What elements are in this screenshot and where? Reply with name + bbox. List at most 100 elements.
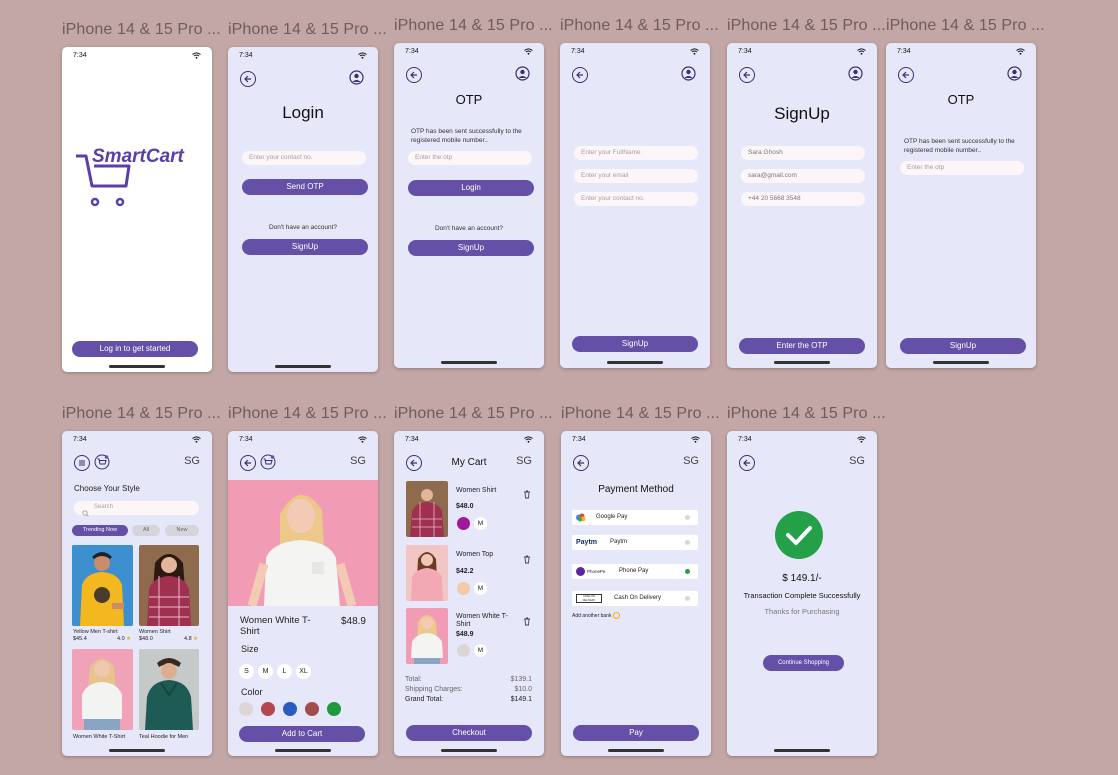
home-indicator: [441, 361, 497, 364]
signup-button[interactable]: SignUp: [408, 240, 534, 256]
delete-icon[interactable]: [523, 486, 531, 504]
color-swatch[interactable]: [239, 702, 253, 716]
menu-icon: [78, 454, 86, 472]
email-input[interactable]: sara@gmail.com: [741, 169, 865, 183]
frame-label: iPhone 14 & 15 Pro ...: [727, 17, 886, 34]
cart-icon[interactable]: [94, 454, 110, 475]
contact-input[interactable]: Enter your contact no.: [574, 192, 698, 206]
back-button[interactable]: [898, 67, 914, 83]
color-swatch[interactable]: [283, 702, 297, 716]
payment-option-google-pay[interactable]: Google Pay: [572, 510, 698, 525]
wifi-icon: [857, 436, 866, 445]
menu-button[interactable]: [74, 455, 90, 471]
back-button[interactable]: [240, 71, 256, 87]
grand-total-label: Grand Total:: [405, 696, 444, 703]
search-input[interactable]: Search: [74, 501, 199, 517]
product-image-women-white-tshirt[interactable]: [72, 649, 133, 730]
payment-option-paytm[interactable]: Paytm Paytm: [572, 535, 698, 550]
status-time: 7:34: [897, 48, 911, 55]
contact-input[interactable]: +44 20 5668 3548: [741, 192, 865, 206]
login-button[interactable]: Login: [408, 180, 534, 196]
color-swatch[interactable]: [327, 702, 341, 716]
user-initials[interactable]: SG: [350, 455, 366, 467]
cart-icon[interactable]: [260, 454, 276, 475]
fullname-input[interactable]: Enter your FullName: [574, 146, 698, 160]
chip-trending[interactable]: Trending Now: [72, 525, 128, 536]
profile-icon[interactable]: [1007, 66, 1022, 81]
back-button[interactable]: [739, 67, 755, 83]
back-button[interactable]: [739, 455, 755, 471]
checkout-button[interactable]: Checkout: [406, 725, 532, 741]
fullname-input[interactable]: Sara Ghosh: [741, 146, 865, 160]
cart-item-image: [406, 608, 448, 664]
profile-icon[interactable]: [848, 66, 863, 81]
status-time: 7:34: [73, 52, 87, 59]
chip-all[interactable]: All: [132, 525, 160, 536]
back-button[interactable]: [406, 67, 422, 83]
otp-input[interactable]: Enter the otp: [408, 151, 532, 165]
signup-button[interactable]: SignUp: [900, 338, 1026, 354]
size-option[interactable]: L: [277, 664, 292, 679]
payment-option-cod[interactable]: CASH ON DELIVERY Cash On Delivery: [572, 591, 698, 606]
signup-button[interactable]: SignUp: [242, 239, 368, 255]
arrow-left-icon: [743, 66, 751, 84]
color-swatch[interactable]: [261, 702, 275, 716]
radio-button[interactable]: [685, 596, 690, 601]
user-initials[interactable]: SG: [184, 455, 200, 467]
user-initials[interactable]: SG: [683, 455, 699, 467]
arrow-left-icon: [244, 70, 252, 88]
user-initials[interactable]: SG: [516, 455, 532, 467]
radio-button-selected[interactable]: [685, 569, 690, 574]
profile-icon[interactable]: [349, 70, 364, 85]
contact-input[interactable]: Enter your contact no.: [242, 151, 366, 165]
payment-option-label: Paytm: [610, 539, 628, 545]
wifi-icon: [691, 436, 700, 445]
back-button[interactable]: [573, 455, 589, 471]
radio-button[interactable]: [685, 540, 690, 545]
product-rating: 4.0 ★: [117, 636, 131, 642]
payment-option-phonepe[interactable]: PhonePe Phone Pay: [572, 564, 698, 579]
size-option[interactable]: S: [239, 664, 254, 679]
home-indicator: [774, 749, 830, 752]
page-title: OTP: [455, 92, 483, 107]
radio-button[interactable]: [685, 515, 690, 520]
product-image-yellow-tshirt[interactable]: [72, 545, 133, 626]
size-option[interactable]: XL: [296, 664, 311, 679]
chip-new[interactable]: New: [165, 525, 199, 536]
page-title: OTP: [947, 92, 975, 107]
product-image-teal-hoodie[interactable]: [139, 649, 199, 730]
product-image-women-shirt[interactable]: [139, 545, 199, 626]
profile-icon[interactable]: [681, 66, 696, 81]
size-option[interactable]: M: [258, 664, 273, 679]
wifi-icon: [358, 436, 367, 445]
cart-item-size: M: [474, 582, 487, 595]
add-bank-link[interactable]: Add another bank: [572, 612, 620, 619]
color-swatch[interactable]: [305, 702, 319, 716]
delete-icon[interactable]: [523, 613, 531, 631]
status-time: 7:34: [405, 48, 419, 55]
app-logo-text: SmartCart: [92, 146, 184, 167]
pay-button[interactable]: Pay: [573, 725, 699, 741]
continue-shopping-button[interactable]: Continue Shopping: [763, 655, 844, 671]
back-button[interactable]: [572, 67, 588, 83]
otp-input[interactable]: Enter the otp: [900, 161, 1024, 175]
delete-icon[interactable]: [523, 551, 531, 569]
payment-option-label: Cash On Delivery: [614, 595, 662, 601]
frame-label: iPhone 14 & 15 Pro ...: [886, 17, 1045, 34]
back-button[interactable]: [240, 455, 256, 471]
total-value: $139.1: [510, 676, 532, 683]
frame-label: iPhone 14 & 15 Pro ...: [62, 405, 221, 422]
user-initials[interactable]: SG: [849, 455, 865, 467]
email-input[interactable]: Enter your email: [574, 169, 698, 183]
signup-button[interactable]: SignUp: [572, 336, 698, 352]
enter-otp-button[interactable]: Enter the OTP: [739, 338, 865, 354]
profile-icon[interactable]: [515, 66, 530, 81]
grand-total-value: $149.1: [510, 696, 532, 703]
frame-label: iPhone 14 & 15 Pro ...: [561, 405, 720, 422]
send-otp-button[interactable]: Send OTP: [242, 179, 368, 195]
cart-item-color: [457, 582, 470, 595]
get-started-button[interactable]: Log in to get started: [72, 341, 198, 357]
add-to-cart-button[interactable]: Add to Cart: [239, 726, 365, 742]
cart-item-price: $48.0: [456, 503, 474, 510]
wifi-icon: [192, 436, 201, 445]
